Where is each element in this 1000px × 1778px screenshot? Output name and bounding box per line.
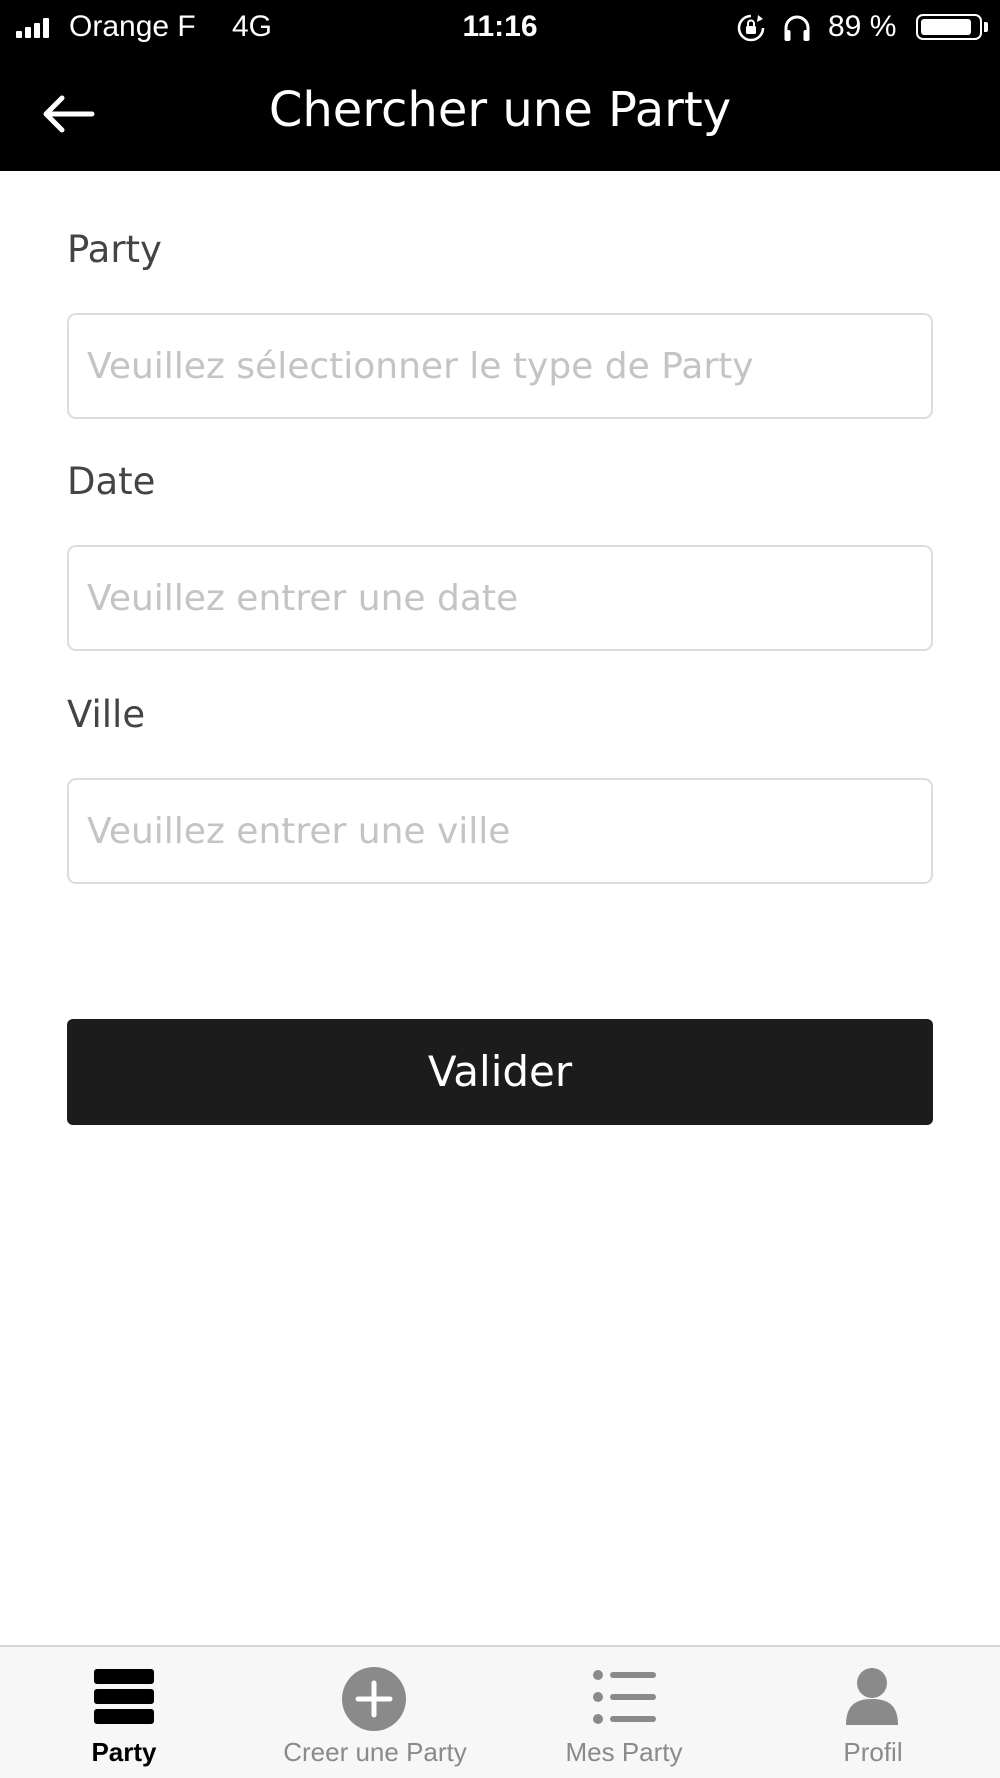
- tab-party[interactable]: Party: [24, 1647, 224, 1778]
- network-type: 4G: [232, 10, 273, 43]
- date-field[interactable]: [67, 545, 933, 651]
- battery-percentage: 89 %: [828, 10, 897, 43]
- status-bar: Orange F 4G 11:16 89 %: [0, 0, 1000, 54]
- tab-bar: Party Creer une Party Mes Party Profil: [0, 1645, 1000, 1778]
- headphones-icon: [784, 15, 810, 41]
- status-time: 11:16: [462, 10, 538, 43]
- signal-icon: [16, 18, 50, 38]
- tab-party-label: Party: [91, 1737, 157, 1767]
- party-type-field[interactable]: [67, 313, 933, 419]
- tab-create-party[interactable]: Creer une Party: [250, 1647, 500, 1778]
- person-icon: [846, 1668, 898, 1725]
- tab-my-parties-label: Mes Party: [565, 1737, 683, 1767]
- tab-profile-label: Profil: [843, 1737, 903, 1767]
- city-label: Ville: [67, 693, 146, 736]
- battery-icon: [916, 14, 982, 40]
- rotation-lock-icon: [737, 14, 765, 42]
- submit-button[interactable]: Valider: [67, 1019, 933, 1125]
- plus-circle-icon: [342, 1667, 406, 1731]
- battery-level-fill: [921, 19, 971, 35]
- carrier-name: Orange F: [69, 10, 196, 43]
- battery-cap: [984, 22, 988, 32]
- date-label: Date: [67, 460, 156, 503]
- list-icon: [593, 1670, 656, 1724]
- page-title: Chercher une Party: [268, 82, 732, 138]
- tab-profile[interactable]: Profil: [773, 1647, 973, 1778]
- nav-header: Chercher une Party: [0, 54, 1000, 171]
- stack-icon: [94, 1669, 154, 1724]
- city-field[interactable]: [67, 778, 933, 884]
- tab-create-party-label: Creer une Party: [283, 1737, 467, 1767]
- party-type-label: Party: [67, 228, 162, 271]
- tab-my-parties[interactable]: Mes Party: [524, 1647, 724, 1778]
